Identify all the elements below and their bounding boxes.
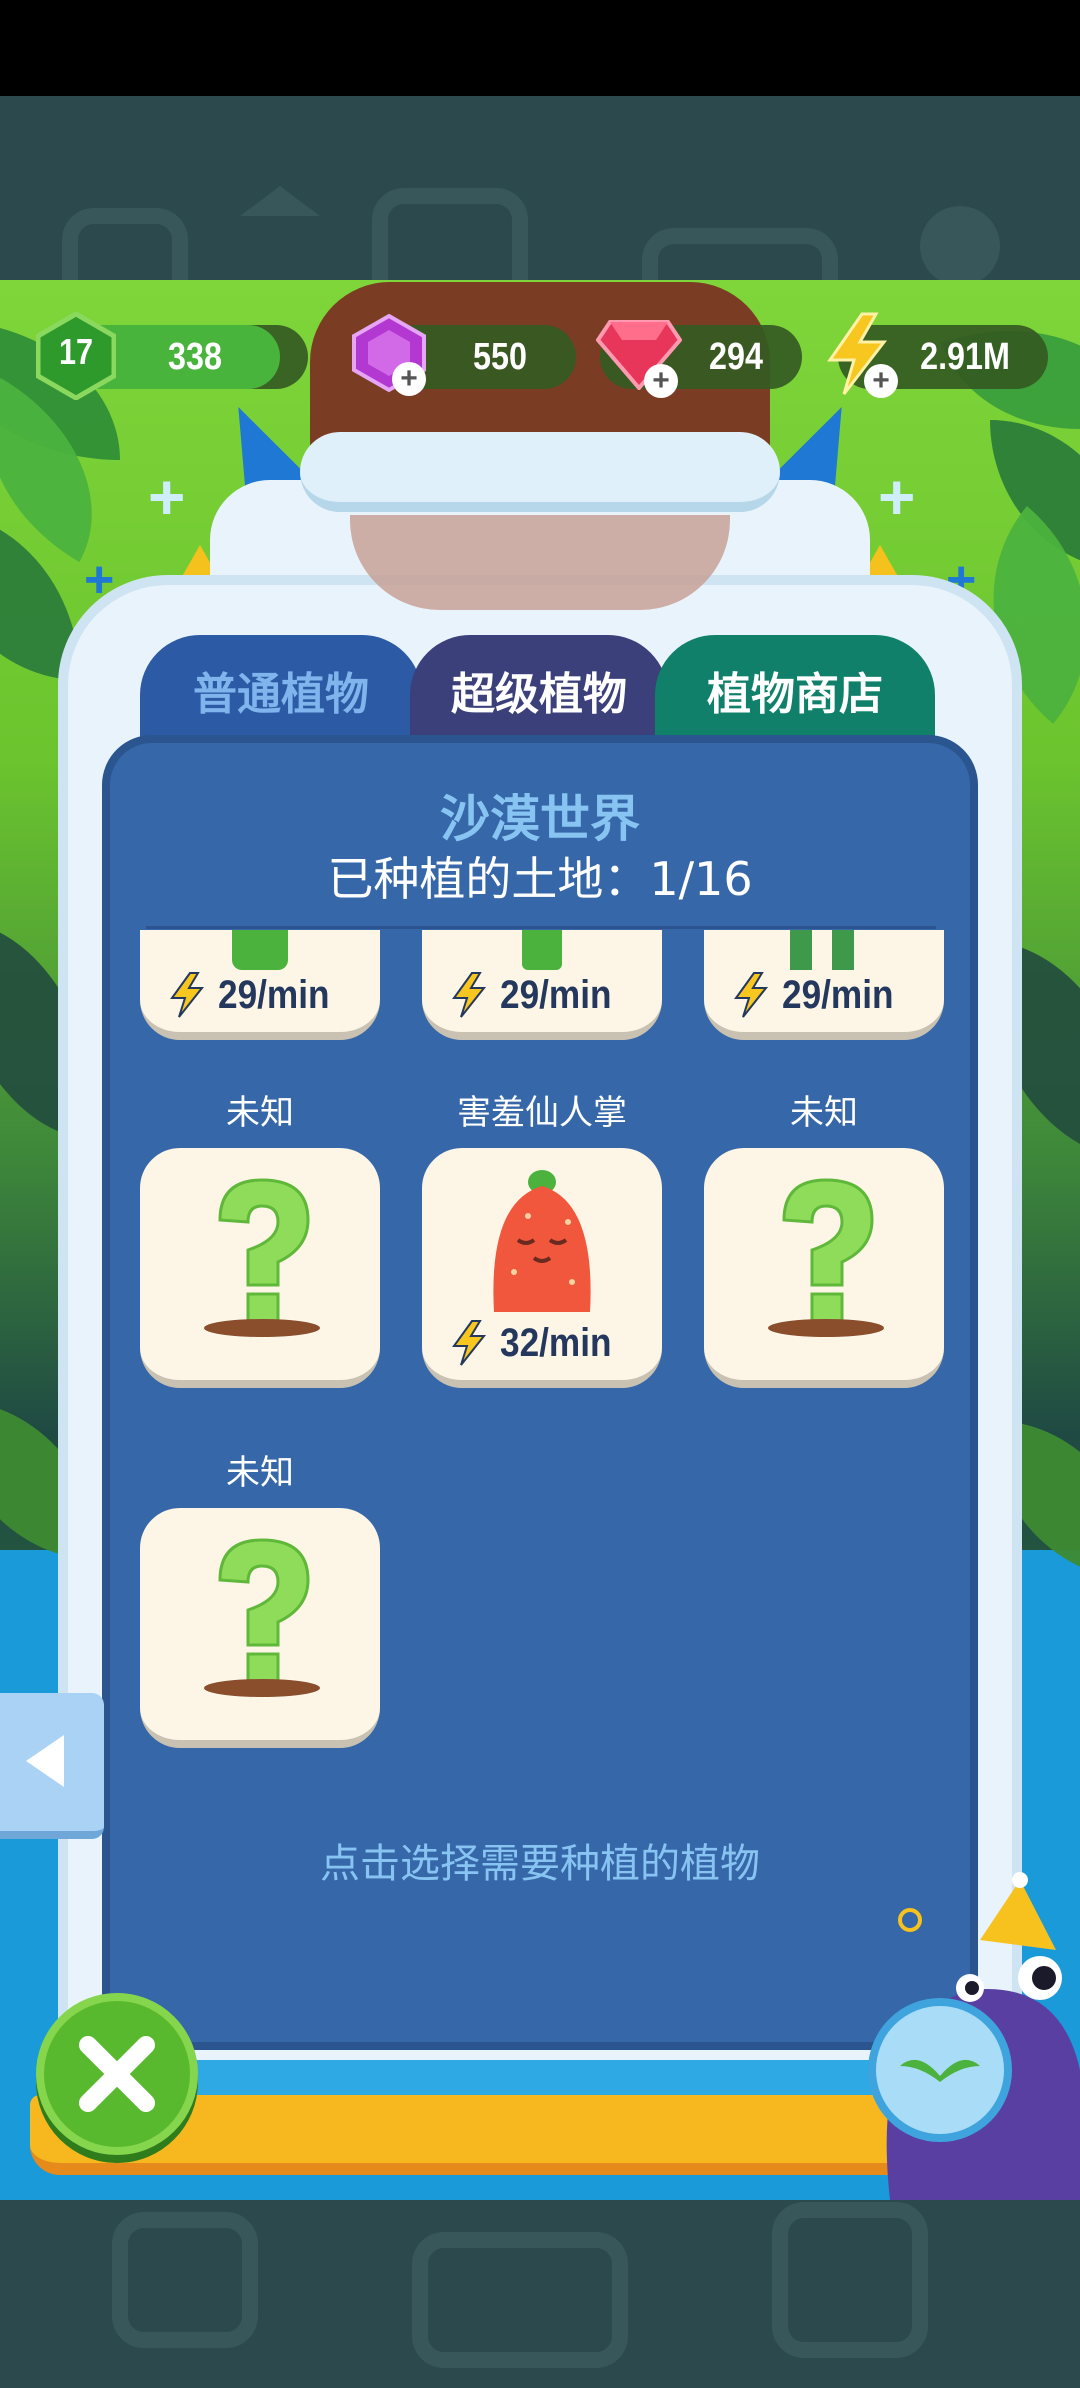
lightning-icon <box>452 972 487 1018</box>
red-gems-value: 294 <box>709 336 763 378</box>
divider <box>146 926 936 929</box>
status-bar <box>0 0 1080 96</box>
tab-label: 植物商店 <box>707 669 883 720</box>
plant-rate: 29/min <box>218 973 330 1017</box>
tab-normal-plants[interactable]: 普通植物 <box>140 635 422 745</box>
plant-image <box>790 930 812 970</box>
jar-cork-band <box>300 432 780 512</box>
plant-card-unknown[interactable] <box>704 1148 944 1388</box>
planted-land-count: 已种植的土地：1/16 <box>327 852 753 906</box>
plant-rate: 32/min <box>500 1321 612 1365</box>
hint-text: 点击选择需要种植的植物 <box>320 1841 760 1887</box>
energy-value: 2.91M <box>920 336 1010 378</box>
jar-base-rim <box>86 2060 994 2100</box>
world-title: 沙漠世界 <box>440 790 640 848</box>
plant-image <box>522 930 562 970</box>
question-mark-icon <box>204 1178 320 1337</box>
lightning-icon <box>170 972 205 1018</box>
close-button[interactable] <box>36 1993 198 2155</box>
tab-label: 超级植物 <box>451 669 627 720</box>
sparkle-plus-decoration: + <box>878 461 916 533</box>
tab-plant-shop[interactable]: 植物商店 <box>655 635 935 745</box>
lightning-icon <box>734 972 769 1018</box>
plant-card-shy-cactus[interactable]: 32/min <box>422 1148 662 1388</box>
plant-card[interactable]: 29/min <box>422 930 662 1040</box>
back-button[interactable] <box>0 1693 104 1839</box>
add-red-gems-icon[interactable]: + <box>644 364 678 398</box>
plant-card[interactable]: 29/min <box>704 930 944 1040</box>
jar-neck <box>350 515 730 610</box>
plant-card-unknown[interactable] <box>140 1148 380 1388</box>
add-energy-icon[interactable]: + <box>864 364 898 398</box>
background-top <box>0 96 1080 280</box>
close-icon <box>79 2036 155 2112</box>
lightning-icon <box>452 1320 487 1366</box>
plant-name: 未知 <box>790 1093 858 1133</box>
tab-label: 普通植物 <box>193 669 369 720</box>
plant-card[interactable]: 29/min <box>140 930 380 1040</box>
tab-super-plants[interactable]: 超级植物 <box>410 635 668 745</box>
question-mark-icon <box>768 1178 884 1337</box>
plant-card-unknown[interactable] <box>140 1508 380 1748</box>
left-arrow-icon <box>26 1735 64 1787</box>
plant-rate: 29/min <box>782 973 894 1017</box>
plant-name: 未知 <box>226 1453 294 1493</box>
level-value: 17 <box>58 331 94 372</box>
background-bottom <box>0 2200 1080 2388</box>
purple-gems-value: 550 <box>473 336 527 378</box>
mascot-character <box>868 1872 1080 2200</box>
question-mark-icon <box>204 1538 320 1697</box>
add-purple-gems-icon[interactable]: + <box>392 362 426 396</box>
shy-cactus-image <box>493 1170 591 1312</box>
sparkle-plus-decoration: + <box>148 461 186 533</box>
xp-value: 338 <box>168 336 222 378</box>
plant-image <box>232 930 288 970</box>
plant-name: 未知 <box>226 1093 294 1133</box>
plant-name: 害羞仙人掌 <box>457 1093 627 1133</box>
plant-panel: 沙漠世界 已种植的土地：1/16 29/min 29/min 29/min 未知… <box>102 735 978 2050</box>
plant-rate: 29/min <box>500 973 612 1017</box>
